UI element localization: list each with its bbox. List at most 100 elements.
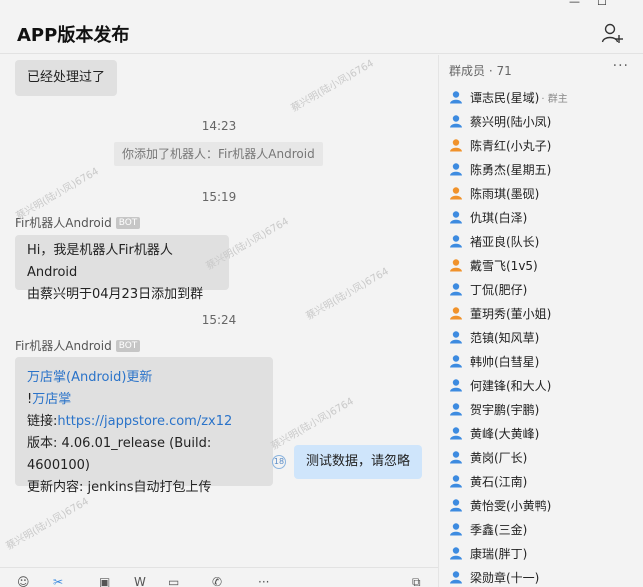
person-icon	[450, 355, 462, 368]
brand-link[interactable]: 万店掌	[32, 392, 71, 407]
read-count-badge[interactable]: 18	[272, 455, 286, 469]
person-icon	[450, 211, 462, 224]
member-item[interactable]: 丁侃(肥仔)	[449, 277, 527, 301]
member-name: 康瑞(胖丁)	[470, 546, 528, 561]
link-line: 链接:https://jappstore.com/zx12	[27, 411, 261, 433]
sender-name: Fir机器人Android BOT	[15, 214, 141, 231]
add-member-button[interactable]	[601, 22, 623, 44]
member-item[interactable]: 黄怡雯(小黄鸭)	[449, 493, 551, 517]
my-message-bubble: 测试数据，请忽略	[294, 445, 422, 479]
member-item[interactable]: 季鑫(三金)	[449, 517, 527, 541]
member-item[interactable]: 韩帅(白彗星)	[449, 349, 539, 373]
timestamp: 15:24	[201, 313, 237, 327]
person-icon	[450, 331, 462, 344]
minimize-icon: —	[569, 0, 580, 8]
history-icon[interactable]: ⧉	[412, 575, 421, 587]
member-item[interactable]: 褚亚良(队长)	[449, 229, 539, 253]
bot-message-bubble: Hi，我是机器人Fir机器人Android 由蔡兴明于04月23日添加到群	[15, 235, 229, 302]
member-item[interactable]: 蔡兴明(陆小凤)	[449, 109, 551, 133]
person-icon	[450, 115, 462, 128]
screenshot-icon[interactable]: ✂	[53, 575, 63, 587]
timestamp: 14:23	[201, 119, 237, 133]
minimize-button[interactable]: —	[559, 0, 587, 10]
close-button[interactable]	[615, 0, 643, 10]
add-person-icon	[601, 23, 623, 43]
bot-badge: BOT	[115, 216, 141, 229]
member-item[interactable]: 戴雪飞(1v5)	[449, 253, 538, 277]
member-name: 黄峰(大黄峰)	[470, 426, 540, 441]
update-content-text: 更新内容: jenkins自动打包上传	[27, 480, 212, 495]
member-item[interactable]: 黄岗(厂长)	[449, 445, 527, 469]
member-name: 韩帅(白彗星)	[470, 354, 540, 369]
person-icon	[450, 451, 462, 464]
version-text: 版本: 4.06.01_release (Build: 4600100)	[27, 436, 212, 473]
group-title: APP版本发布	[17, 25, 130, 46]
person-icon	[450, 307, 462, 320]
watermark: 蔡兴明(陆小凤)6764	[289, 58, 376, 115]
message-bubble: 已经处理过了	[15, 60, 118, 96]
person-icon	[450, 523, 462, 536]
members-count: 群成员 · 71	[449, 64, 512, 78]
person-icon	[450, 235, 462, 248]
document-icon[interactable]: W	[134, 575, 146, 587]
link-label: 链接:	[27, 414, 58, 429]
member-item[interactable]: 董玥秀(董小姐)	[449, 301, 551, 325]
folder-icon[interactable]: ▭	[168, 575, 179, 587]
chat-area[interactable]: 已经处理过了 14:23 你添加了机器人：Fir机器人Android 15:19…	[0, 55, 438, 567]
update-title-link[interactable]: 万店掌(Android)更新	[27, 367, 261, 389]
member-name: 黄怡雯(小黄鸭)	[470, 498, 552, 513]
person-icon	[450, 499, 462, 512]
member-item[interactable]: 陈勇杰(星期五)	[449, 157, 551, 181]
member-name: 褚亚良(队长)	[470, 234, 540, 249]
download-url-link[interactable]: https://jappstore.com/zx12	[57, 414, 232, 429]
member-name: 董玥秀(董小姐)	[470, 306, 552, 321]
person-icon	[450, 187, 462, 200]
maximize-button[interactable]: ☐	[587, 0, 615, 10]
member-role: · 群主	[541, 93, 568, 105]
member-name: 季鑫(三金)	[470, 522, 528, 537]
member-name: 梁勋章(十一)	[470, 570, 540, 585]
member-item[interactable]: 陈雨琪(墨砚)	[449, 181, 539, 205]
person-icon	[450, 427, 462, 440]
bot-badge: BOT	[115, 339, 141, 352]
person-icon	[450, 547, 462, 560]
more-icon[interactable]: ···	[258, 575, 269, 587]
member-item[interactable]: 谭志民(星域) · 群主	[449, 85, 568, 109]
member-name: 戴雪飞(1v5)	[470, 258, 538, 273]
person-icon	[450, 475, 462, 488]
maximize-icon: ☐	[597, 0, 607, 8]
system-notice: 你添加了机器人：Fir机器人Android	[114, 142, 323, 166]
member-name: 谭志民(星域)	[470, 90, 540, 105]
member-item[interactable]: 康瑞(胖丁)	[449, 541, 527, 565]
member-name: 仇琪(白泽)	[470, 210, 528, 225]
person-icon	[450, 259, 462, 272]
watermark: 蔡兴明(陆小凤)6764	[269, 396, 356, 453]
member-item[interactable]: 黄石(江南)	[449, 469, 527, 493]
sender-label: Fir机器人Android	[15, 339, 112, 353]
member-name: 陈青红(小丸子)	[470, 138, 552, 153]
person-icon	[450, 283, 462, 296]
member-item[interactable]: 陈青红(小丸子)	[449, 133, 551, 157]
members-more-button[interactable]: ···	[613, 58, 629, 74]
member-name: 丁侃(肥仔)	[470, 282, 528, 297]
member-name: 黄岗(厂长)	[470, 450, 528, 465]
person-icon	[450, 571, 462, 584]
member-item[interactable]: 何建锋(和大人)	[449, 373, 551, 397]
member-item[interactable]: 黄峰(大黄峰)	[449, 421, 539, 445]
member-name: 范镇(知风草)	[470, 330, 540, 345]
member-item[interactable]: 仇琪(白泽)	[449, 205, 527, 229]
window-controls: — ☐	[559, 0, 643, 10]
member-name: 贺宇鹏(宇鹏)	[470, 402, 540, 417]
bot-message-line: Hi，我是机器人Fir机器人Android	[27, 243, 173, 280]
member-item[interactable]: 梁勋章(十一)	[449, 565, 539, 587]
phone-icon[interactable]: ✆	[212, 575, 222, 587]
bot-message-line: 由蔡兴明于04月23日添加到群	[27, 287, 204, 302]
member-name: 黄石(江南)	[470, 474, 528, 489]
members-panel: 群成员 · 71 ··· 谭志民(星域) · 群主蔡兴明(陆小凤) 陈青红(小丸子)…	[439, 55, 643, 587]
image-icon[interactable]: ▣	[99, 575, 110, 587]
member-name: 蔡兴明(陆小凤)	[470, 114, 552, 129]
member-item[interactable]: 贺宇鹏(宇鹏)	[449, 397, 539, 421]
emoji-icon[interactable]: ☺	[17, 575, 30, 587]
member-item[interactable]: 范镇(知风草)	[449, 325, 539, 349]
person-icon	[450, 403, 462, 416]
